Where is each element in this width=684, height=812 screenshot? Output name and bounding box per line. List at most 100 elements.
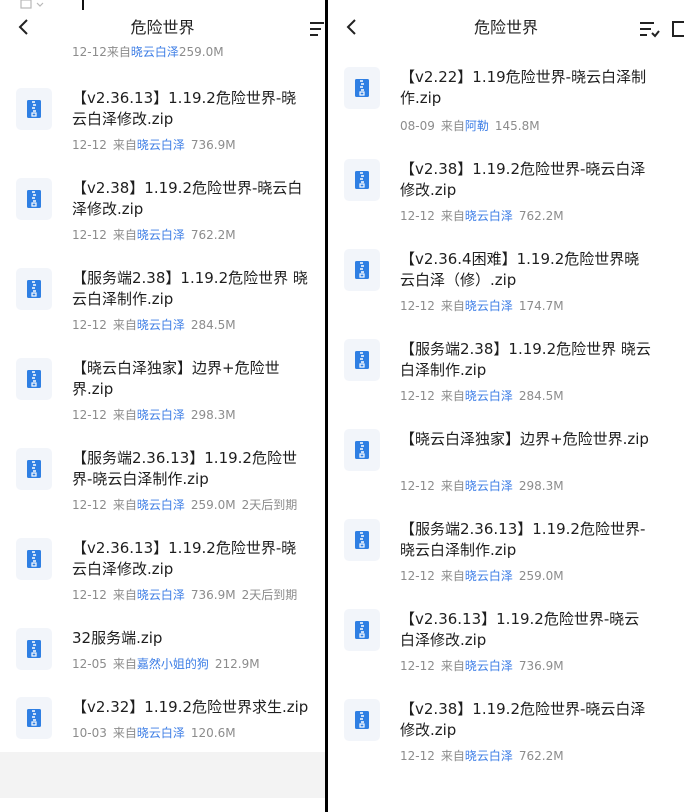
file-meta: 08-09 来自阿勒 145.8M xyxy=(400,118,540,134)
file-name: 32服务端.zip xyxy=(72,629,163,647)
source-link[interactable]: 晓云白泽 xyxy=(465,479,513,493)
source-link[interactable]: 晓云白泽 xyxy=(137,138,185,152)
file-size: 120.6M xyxy=(190,726,236,740)
zip-file-icon xyxy=(27,190,41,208)
file-size: 259.0M xyxy=(178,45,224,59)
zip-file-icon xyxy=(355,531,369,549)
file-meta: 12-12 来自晓云白泽 762.2M xyxy=(400,208,564,224)
file-list-item[interactable]: 【v2.38】1.19.2危险世界-晓云白泽修改.zip 12-12 来自晓云白泽 7… xyxy=(328,699,684,785)
bottom-area xyxy=(0,752,325,798)
file-icon xyxy=(16,697,52,739)
file-meta: 12-12 来自晓云白泽 762.2M xyxy=(400,748,564,764)
file-list-item[interactable]: 【v2.38】1.19.2危险世界-晓云白泽修改.zip 12-12 来自晓云白泽 7… xyxy=(328,159,684,245)
file-meta: 12-12 来自晓云白泽 259.0M xyxy=(400,568,564,584)
file-size: 736.9M xyxy=(190,588,236,602)
sort-menu-button[interactable] xyxy=(638,20,660,42)
file-list-item[interactable]: 【晓云白泽独家】边界+危险世界.zip 12-12 来自晓云白泽 298.3M xyxy=(328,429,684,515)
zip-file-icon xyxy=(355,621,369,639)
source-link[interactable]: 晓云白泽 xyxy=(465,659,513,673)
file-date: 12-12 xyxy=(400,749,435,763)
file-list-item[interactable]: 【服务端2.38】1.19.2危险世界 晓云白泽制作.zip 12-12 来自晓云白… xyxy=(328,339,684,425)
home-indicator[interactable] xyxy=(115,800,255,804)
source-prefix: 来自 xyxy=(112,498,137,512)
source-prefix: 来自 xyxy=(440,749,465,763)
source-prefix: 来自 xyxy=(112,318,137,332)
file-icon xyxy=(344,699,380,741)
file-list-item[interactable]: 【服务端2.38】1.19.2危险世界 晓云白泽制作.zip 12-12 来自晓云白… xyxy=(0,268,325,354)
zip-file-icon xyxy=(27,709,41,727)
file-date: 08-09 xyxy=(400,119,435,133)
file-name: 【v2.38】1.19.2危险世界-晓云白泽修改.zip xyxy=(400,700,646,739)
file-meta: 12-12 来自晓云白泽 736.9M xyxy=(400,658,564,674)
source-link[interactable]: 晓云白泽 xyxy=(465,749,513,763)
file-size: 259.0M xyxy=(518,569,564,583)
file-name: 【晓云白泽独家】边界+危险世界.zip xyxy=(400,430,649,448)
right-screen: 危险世界 【v2.22】1.19危险世界-晓云白泽制作.zip 08-09 来自阿勒… xyxy=(328,0,684,812)
source-link[interactable]: 晓云白泽 xyxy=(131,45,179,59)
file-list-item[interactable]: 【v2.36.13】1.19.2危险世界-晓云白泽修改.zip 12-12 来自晓云… xyxy=(0,88,325,174)
source-link[interactable]: 晓云白泽 xyxy=(465,299,513,313)
file-list-item[interactable]: 【v2.36.4困难】1.19.2危险世界晓云白泽（修）.zip 12-12 来自晓… xyxy=(328,249,684,335)
file-meta: 12-12 来自晓云白泽 284.5M xyxy=(72,317,236,333)
file-icon xyxy=(16,358,52,400)
expire-label: 2天后到期 xyxy=(241,498,298,512)
file-date: 12-12 xyxy=(400,299,435,313)
file-meta: 12-12 来自晓云白泽 298.3M xyxy=(400,478,564,494)
source-link[interactable]: 晓云白泽 xyxy=(137,318,185,332)
text-cursor xyxy=(82,0,84,10)
file-name: 【v2.36.13】1.19.2危险世界-晓云白泽修改.zip xyxy=(72,539,297,578)
file-date: 12-12 xyxy=(72,45,107,59)
left-file-list: 12-12来自晓云白泽259.0M 【v2.36.13】1.19.2危险世界-晓… xyxy=(0,0,325,752)
file-list-item[interactable]: 【v2.38】1.19.2危险世界-晓云白泽修改.zip 12-12 来自晓云白泽 7… xyxy=(0,178,325,264)
file-list-item[interactable]: 【服务端2.36.13】1.19.2危险世界-晓云白泽制作.zip 12-12 来自… xyxy=(328,519,684,605)
partial-file-meta: 12-12来自晓云白泽259.0M xyxy=(72,44,224,60)
zip-file-icon xyxy=(355,351,369,369)
file-size: 298.3M xyxy=(518,479,564,493)
source-prefix: 来自 xyxy=(440,659,465,673)
source-link[interactable]: 晓云白泽 xyxy=(465,209,513,223)
zip-file-icon xyxy=(355,261,369,279)
file-size: 212.9M xyxy=(214,657,260,671)
file-size: 298.3M xyxy=(190,408,236,422)
file-icon xyxy=(344,519,380,561)
edit-button[interactable] xyxy=(672,20,684,42)
file-icon xyxy=(344,67,380,109)
menu-button[interactable] xyxy=(308,20,325,42)
source-link[interactable]: 晓云白泽 xyxy=(465,569,513,583)
source-prefix: 来自 xyxy=(440,209,465,223)
file-icon xyxy=(344,159,380,201)
source-link[interactable]: 晓云白泽 xyxy=(137,588,185,602)
source-link[interactable]: 晓云白泽 xyxy=(137,228,185,242)
file-date: 12-12 xyxy=(400,659,435,673)
source-prefix: 来自 xyxy=(440,119,465,133)
file-name: 【v2.32】1.19.2危险世界求生.zip xyxy=(72,698,309,716)
home-indicator[interactable] xyxy=(446,800,584,804)
zip-file-icon xyxy=(27,370,41,388)
source-prefix: 来自 xyxy=(112,726,137,740)
edit-icon xyxy=(672,21,684,37)
file-size: 762.2M xyxy=(190,228,236,242)
file-size: 284.5M xyxy=(518,389,564,403)
file-size: 736.9M xyxy=(190,138,236,152)
source-link[interactable]: 晓云白泽 xyxy=(137,408,185,422)
file-name: 【服务端2.36.13】1.19.2危险世界-晓云白泽制作.zip xyxy=(400,520,646,559)
source-link[interactable]: 晓云白泽 xyxy=(465,389,513,403)
source-link[interactable]: 晓云白泽 xyxy=(137,726,185,740)
file-meta: 12-12 来自晓云白泽 284.5M xyxy=(400,388,564,404)
source-link[interactable]: 晓云白泽 xyxy=(137,498,185,512)
zip-file-icon xyxy=(27,280,41,298)
file-list-item[interactable]: 【服务端2.36.13】1.19.2危险世界-晓云白泽制作.zip 12-12 来自… xyxy=(0,448,325,534)
source-prefix: 来自 xyxy=(440,479,465,493)
file-icon xyxy=(344,609,380,651)
file-list-item[interactable]: 【晓云白泽独家】边界+危险世界.zip 12-12 来自晓云白泽 298.3M xyxy=(0,358,325,444)
file-list-item[interactable]: 【v2.36.13】1.19.2危险世界-晓云白泽修改.zip 12-12 来自晓云… xyxy=(0,538,325,624)
source-prefix: 来自 xyxy=(440,389,465,403)
file-date: 12-05 xyxy=(72,657,107,671)
source-link[interactable]: 嘉然小姐的狗 xyxy=(137,657,209,671)
source-link[interactable]: 阿勒 xyxy=(465,119,489,133)
left-header: 危险世界 xyxy=(0,0,325,46)
file-meta: 12-12 来自晓云白泽 298.3M xyxy=(72,407,236,423)
file-list-item[interactable]: 【v2.36.13】1.19.2危险世界-晓云白泽修改.zip 12-12 来自晓云… xyxy=(328,609,684,695)
file-list-item[interactable]: 【v2.22】1.19危险世界-晓云白泽制作.zip 08-09 来自阿勒 145.8… xyxy=(328,67,684,153)
zip-file-icon xyxy=(27,640,41,658)
